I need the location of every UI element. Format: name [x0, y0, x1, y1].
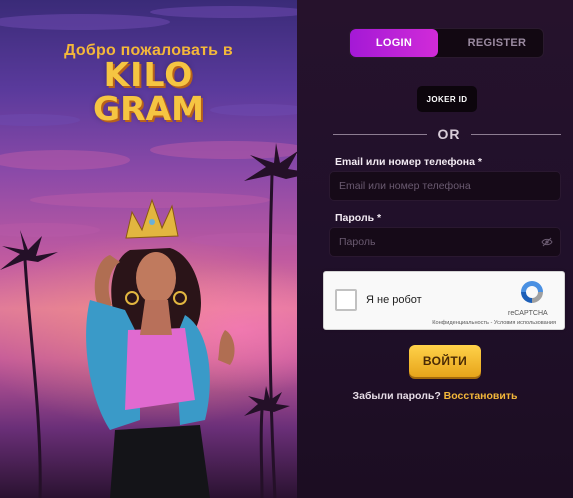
- password-label: Пароль *: [335, 212, 382, 224]
- logo-line-1: KILO: [103, 55, 194, 94]
- captcha-checkbox[interactable]: [335, 289, 357, 311]
- restore-password-link[interactable]: Восстановить: [444, 390, 518, 402]
- login-submit-button[interactable]: ВОЙТИ: [409, 345, 481, 377]
- forgot-password-row: Забыли пароль? Восстановить: [297, 390, 573, 402]
- divider-line-left: [333, 134, 427, 135]
- tab-register[interactable]: REGISTER: [450, 29, 544, 57]
- divider-text: OR: [437, 126, 461, 142]
- divider-line-right: [471, 134, 561, 135]
- recaptcha-icon: [521, 281, 543, 303]
- recaptcha-brand: reCAPTCHA: [508, 310, 548, 317]
- auth-panel: LOGIN REGISTER JOKER ID OR Email или ном…: [297, 0, 573, 498]
- eye-off-icon[interactable]: [541, 237, 553, 247]
- kilogram-logo: KILO GRAM: [0, 58, 297, 126]
- password-field[interactable]: [329, 227, 561, 257]
- email-label: Email или номер телефона *: [335, 156, 482, 168]
- recaptcha-links[interactable]: Конфиденциальность - Условия использован…: [432, 320, 556, 326]
- auth-tabs: LOGIN REGISTER: [349, 28, 544, 58]
- hero-banner: Добро пожаловать в KILO GRAM: [0, 0, 297, 498]
- recaptcha-widget: Я не робот reCAPTCHA Конфиденциальность …: [323, 271, 565, 330]
- captcha-label: Я не робот: [366, 294, 422, 306]
- logo-line-2: GRAM: [93, 89, 204, 128]
- email-field[interactable]: [329, 171, 561, 201]
- forgot-password-question: Забыли пароль?: [352, 390, 441, 402]
- tab-login[interactable]: LOGIN: [350, 29, 438, 57]
- or-divider: OR: [333, 126, 561, 144]
- joker-id-button[interactable]: JOKER ID: [417, 86, 477, 112]
